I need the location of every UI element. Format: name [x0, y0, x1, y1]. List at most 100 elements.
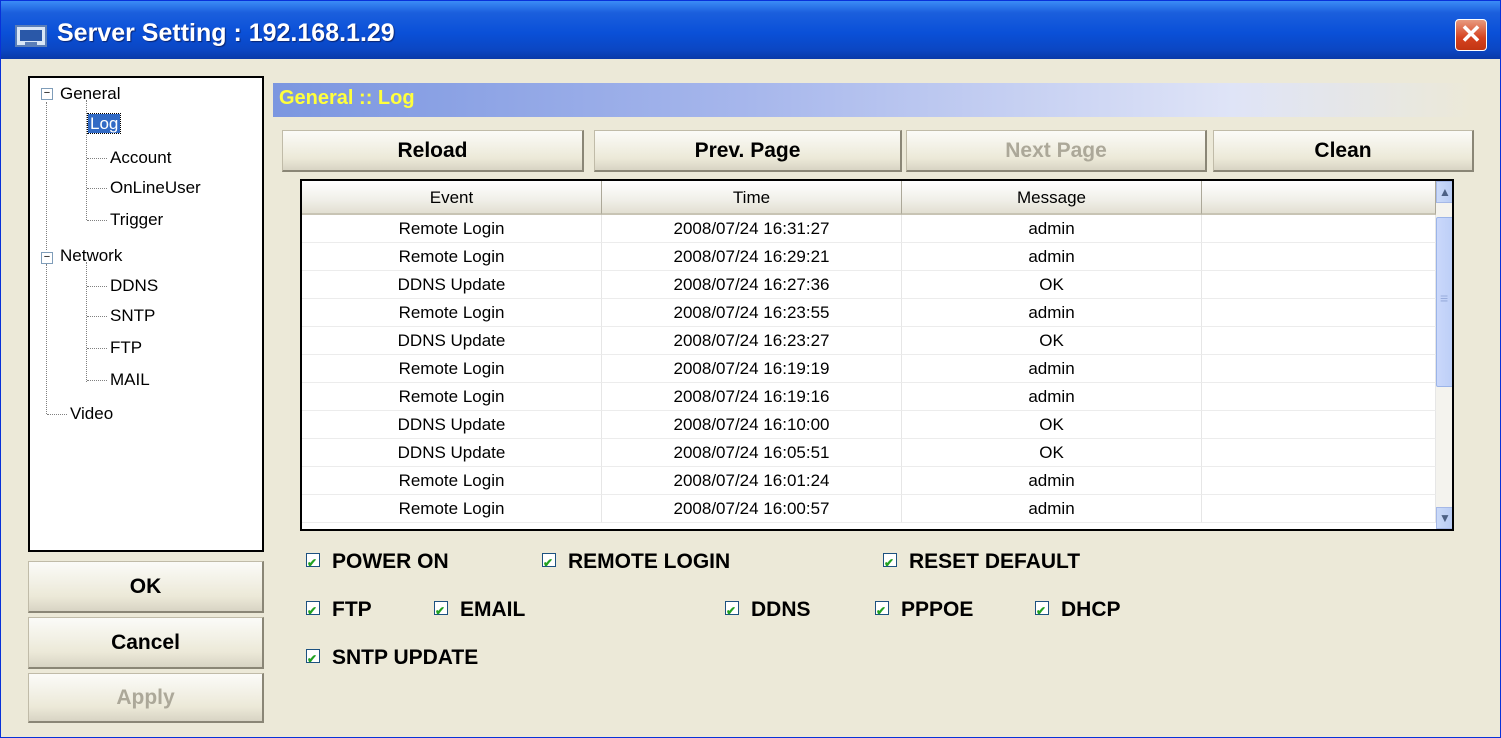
- reload-button[interactable]: Reload: [282, 130, 584, 172]
- table-row[interactable]: Remote Login 2008/07/24 16:29:21 admin: [302, 243, 1436, 271]
- tree-item-video[interactable]: Video: [70, 402, 113, 426]
- table-row[interactable]: Remote Login 2008/07/24 16:01:24 admin: [302, 467, 1436, 495]
- tree-item-log-label: Log: [86, 113, 122, 134]
- remote-login-checkbox[interactable]: REMOTE LOGIN: [542, 548, 730, 577]
- checkbox-checked-icon: [306, 549, 320, 577]
- table-row[interactable]: DDNS Update 2008/07/24 16:23:27 OK: [302, 327, 1436, 355]
- apply-button[interactable]: Apply: [28, 673, 264, 723]
- next-page-button[interactable]: Next Page: [906, 130, 1207, 172]
- table-header: Event Time Message: [302, 181, 1436, 215]
- column-header-time[interactable]: Time: [602, 181, 902, 215]
- message-cell: admin: [902, 467, 1202, 495]
- event-cell: Remote Login: [302, 299, 602, 327]
- scroll-down-icon[interactable]: ▼: [1436, 507, 1452, 529]
- table-row[interactable]: Remote Login 2008/07/24 16:31:27 admin: [302, 215, 1436, 243]
- vertical-scrollbar[interactable]: ▲ ▼: [1436, 181, 1452, 529]
- window-title: Server Setting : 192.168.1.29: [57, 19, 395, 47]
- checkbox-checked-icon: [875, 597, 889, 625]
- message-cell: OK: [902, 327, 1202, 355]
- prev-page-button[interactable]: Prev. Page: [594, 130, 902, 172]
- table-body: Remote Login 2008/07/24 16:31:27 admin R…: [302, 215, 1436, 523]
- table-row[interactable]: Remote Login 2008/07/24 16:19:16 admin: [302, 383, 1436, 411]
- close-button[interactable]: ✕: [1455, 19, 1487, 51]
- checkbox-checked-icon: [883, 549, 897, 577]
- server-setting-window: Server Setting : 192.168.1.29 ✕ − Genera…: [0, 0, 1501, 738]
- message-cell: admin: [902, 495, 1202, 523]
- checkbox-checked-icon: [306, 645, 320, 673]
- event-cell: Remote Login: [302, 383, 602, 411]
- message-cell: admin: [902, 383, 1202, 411]
- section-header: General :: Log: [273, 83, 1473, 117]
- time-cell: 2008/07/24 16:10:00: [602, 411, 902, 439]
- event-cell: DDNS Update: [302, 411, 602, 439]
- tree-item-ftp[interactable]: FTP: [110, 336, 142, 360]
- collapse-network-icon[interactable]: −: [41, 252, 53, 264]
- column-header-message[interactable]: Message: [902, 181, 1202, 215]
- tree-line: [86, 262, 87, 382]
- table-row[interactable]: Remote Login 2008/07/24 16:23:55 admin: [302, 299, 1436, 327]
- tree-item-log[interactable]: Log: [86, 112, 122, 136]
- message-cell: admin: [902, 355, 1202, 383]
- dhcp-checkbox[interactable]: DHCP: [1035, 596, 1121, 625]
- time-cell: 2008/07/24 16:19:19: [602, 355, 902, 383]
- message-cell: OK: [902, 271, 1202, 299]
- section-title: General :: Log: [279, 87, 415, 109]
- checkbox-checked-icon: [434, 597, 448, 625]
- time-cell: 2008/07/24 16:05:51: [602, 439, 902, 467]
- cancel-button[interactable]: Cancel: [28, 617, 264, 669]
- table-row[interactable]: DDNS Update 2008/07/24 16:05:51 OK: [302, 439, 1436, 467]
- ftp-checkbox[interactable]: FTP: [306, 596, 372, 625]
- time-cell: 2008/07/24 16:00:57: [602, 495, 902, 523]
- monitor-icon: [15, 25, 47, 47]
- table-row[interactable]: Remote Login 2008/07/24 16:19:19 admin: [302, 355, 1436, 383]
- message-cell: admin: [902, 243, 1202, 271]
- tree-item-mail[interactable]: MAIL: [110, 368, 150, 392]
- ok-button[interactable]: OK: [28, 561, 264, 613]
- event-cell: Remote Login: [302, 243, 602, 271]
- tree-item-account[interactable]: Account: [110, 146, 171, 170]
- tree-item-general[interactable]: General: [60, 82, 120, 106]
- event-cell: Remote Login: [302, 495, 602, 523]
- message-cell: OK: [902, 411, 1202, 439]
- email-checkbox[interactable]: EMAIL: [434, 596, 525, 625]
- time-cell: 2008/07/24 16:19:16: [602, 383, 902, 411]
- tree-line: [46, 264, 47, 414]
- scroll-thumb[interactable]: [1436, 217, 1452, 387]
- reset-default-checkbox[interactable]: RESET DEFAULT: [883, 548, 1080, 577]
- table-row[interactable]: Remote Login 2008/07/24 16:00:57 admin: [302, 495, 1436, 523]
- event-cell: DDNS Update: [302, 439, 602, 467]
- tree-item-trigger[interactable]: Trigger: [110, 208, 163, 232]
- event-cell: Remote Login: [302, 467, 602, 495]
- message-cell: admin: [902, 299, 1202, 327]
- tree-item-ddns[interactable]: DDNS: [110, 274, 158, 298]
- checkbox-checked-icon: [1035, 597, 1049, 625]
- message-cell: admin: [902, 215, 1202, 243]
- scroll-up-icon[interactable]: ▲: [1436, 181, 1452, 203]
- power-on-checkbox[interactable]: POWER ON: [306, 548, 449, 577]
- time-cell: 2008/07/24 16:23:55: [602, 299, 902, 327]
- tree-item-sntp[interactable]: SNTP: [110, 304, 155, 328]
- collapse-general-icon[interactable]: −: [41, 88, 53, 100]
- pppoe-checkbox[interactable]: PPPOE: [875, 596, 973, 625]
- tree-line: [46, 102, 47, 250]
- ddns-checkbox[interactable]: DDNS: [725, 596, 811, 625]
- title-bar[interactable]: Server Setting : 192.168.1.29 ✕: [1, 1, 1500, 59]
- table-row[interactable]: DDNS Update 2008/07/24 16:27:36 OK: [302, 271, 1436, 299]
- checkbox-checked-icon: [725, 597, 739, 625]
- tree-item-network[interactable]: Network: [60, 244, 122, 268]
- settings-tree: − General Log Account OnLineUser Trigger…: [28, 76, 264, 552]
- tree-item-onlineuser[interactable]: OnLineUser: [110, 176, 201, 200]
- time-cell: 2008/07/24 16:23:27: [602, 327, 902, 355]
- checkbox-checked-icon: [306, 597, 320, 625]
- time-cell: 2008/07/24 16:29:21: [602, 243, 902, 271]
- checkbox-checked-icon: [542, 549, 556, 577]
- column-header-event[interactable]: Event: [302, 181, 602, 215]
- sntp-update-checkbox[interactable]: SNTP UPDATE: [306, 644, 478, 673]
- clean-button[interactable]: Clean: [1213, 130, 1474, 172]
- time-cell: 2008/07/24 16:27:36: [602, 271, 902, 299]
- event-cell: DDNS Update: [302, 271, 602, 299]
- tree-line: [86, 100, 87, 220]
- time-cell: 2008/07/24 16:01:24: [602, 467, 902, 495]
- table-row[interactable]: DDNS Update 2008/07/24 16:10:00 OK: [302, 411, 1436, 439]
- event-cell: Remote Login: [302, 215, 602, 243]
